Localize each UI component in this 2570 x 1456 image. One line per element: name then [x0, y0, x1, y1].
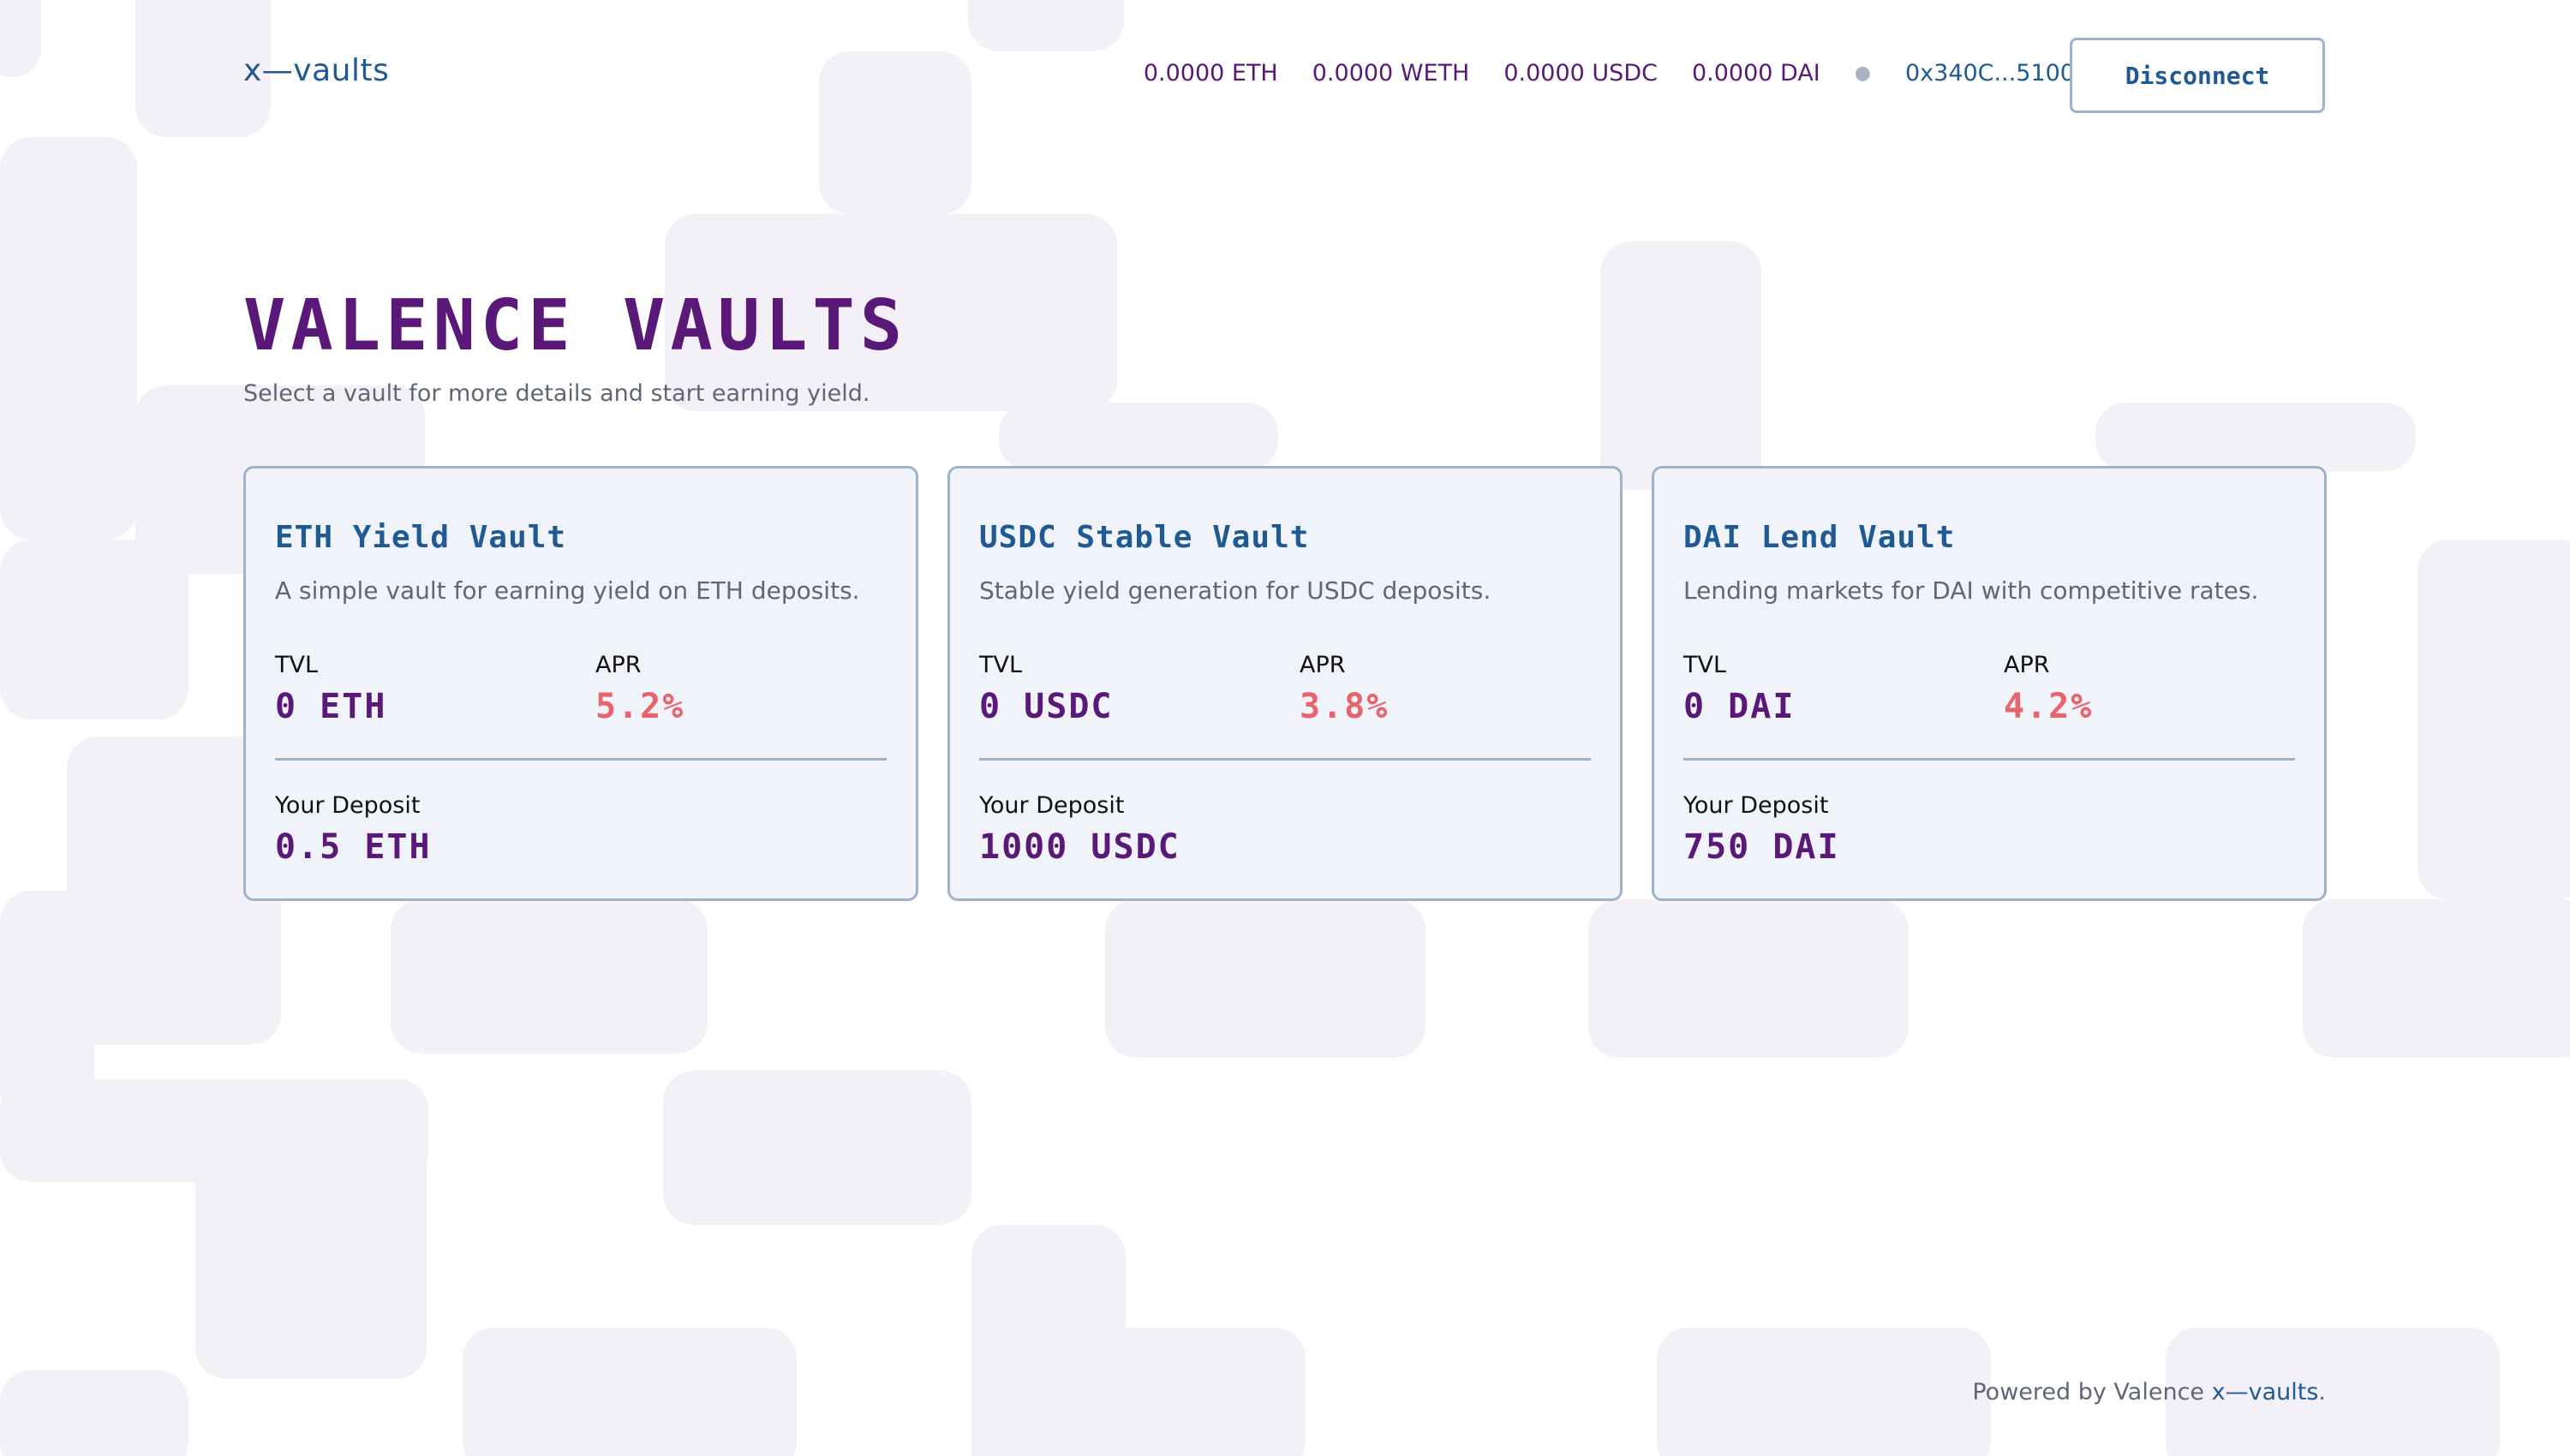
card-divider — [275, 758, 887, 761]
apr-label: APR — [595, 652, 642, 678]
vault-tvl: TVL 0 ETH — [275, 652, 386, 726]
vault-deposit: Your Deposit 750 DAI — [1683, 792, 1840, 867]
footer: Powered by Valence x—vaults. — [1972, 1379, 2326, 1405]
disconnect-button[interactable]: Disconnect — [2070, 38, 2325, 113]
apr-label: APR — [1300, 652, 1346, 678]
vault-apr: APR 3.8% — [1300, 652, 1389, 726]
vault-title: USDC Stable Vault — [979, 520, 1310, 555]
deposit-label: Your Deposit — [979, 792, 1125, 819]
app-logo[interactable]: x—vaults — [243, 53, 389, 88]
apr-value: 4.2% — [2004, 687, 2094, 726]
balance-dai: 0.0000 DAI — [1691, 60, 1820, 87]
tvl-label: TVL — [1683, 652, 1727, 678]
deposit-label: Your Deposit — [1683, 792, 1829, 819]
tvl-value: 0 ETH — [275, 687, 387, 726]
vault-deposit: Your Deposit 1000 USDC — [979, 792, 1180, 867]
separator-dot-icon: ● — [1854, 63, 1871, 84]
balance-eth: 0.0000 ETH — [1143, 60, 1278, 87]
wallet-balances: 0.0000 ETH 0.0000 WETH 0.0000 USDC 0.000… — [1144, 60, 2075, 87]
vault-deposit: Your Deposit 0.5 ETH — [275, 792, 432, 867]
balance-weth: 0.0000 WETH — [1312, 60, 1470, 87]
vault-description: Stable yield generation for USDC deposit… — [979, 576, 1491, 605]
tvl-label: TVL — [979, 652, 1023, 678]
card-divider — [1683, 758, 2295, 761]
vault-list: ETH Yield Vault A simple vault for earni… — [243, 466, 2327, 901]
vault-apr: APR 4.2% — [2004, 652, 2093, 726]
apr-label: APR — [2004, 652, 2050, 678]
deposit-label: Your Deposit — [275, 792, 421, 819]
page-subtitle: Select a vault for more details and star… — [243, 380, 870, 407]
tvl-label: TVL — [275, 652, 319, 678]
deposit-value: 0.5 ETH — [275, 827, 432, 867]
footer-link[interactable]: x—vaults — [2212, 1379, 2319, 1405]
tvl-value: 0 USDC — [979, 687, 1114, 726]
page-title: VALENCE VAULTS — [243, 285, 908, 367]
top-bar: x—vaults 0.0000 ETH 0.0000 WETH 0.0000 U… — [0, 0, 2570, 151]
vault-title: DAI Lend Vault — [1683, 520, 1956, 555]
page: x—vaults 0.0000 ETH 0.0000 WETH 0.0000 U… — [0, 0, 2570, 1456]
footer-prefix: Powered by Valence — [1972, 1379, 2212, 1405]
card-divider — [979, 758, 1591, 761]
apr-value: 5.2% — [595, 687, 685, 726]
deposit-value: 1000 USDC — [979, 827, 1180, 867]
vault-description: A simple vault for earning yield on ETH … — [275, 576, 860, 605]
vault-description: Lending markets for DAI with competitive… — [1683, 576, 2259, 605]
tvl-value: 0 DAI — [1683, 687, 1796, 726]
vault-title: ETH Yield Vault — [275, 520, 567, 555]
vault-tvl: TVL 0 USDC — [979, 652, 1114, 726]
footer-suffix: . — [2318, 1379, 2326, 1405]
vault-apr: APR 5.2% — [595, 652, 684, 726]
deposit-value: 750 DAI — [1683, 827, 1840, 867]
balance-usdc: 0.0000 USDC — [1503, 60, 1658, 87]
wallet-address: 0x340C...5100 — [1904, 60, 2075, 87]
apr-value: 3.8% — [1300, 687, 1390, 726]
vault-card-dai[interactable]: DAI Lend Vault Lending markets for DAI w… — [1652, 466, 2327, 901]
vault-tvl: TVL 0 DAI — [1683, 652, 1795, 726]
vault-card-eth[interactable]: ETH Yield Vault A simple vault for earni… — [243, 466, 918, 901]
vault-card-usdc[interactable]: USDC Stable Vault Stable yield generatio… — [947, 466, 1623, 901]
